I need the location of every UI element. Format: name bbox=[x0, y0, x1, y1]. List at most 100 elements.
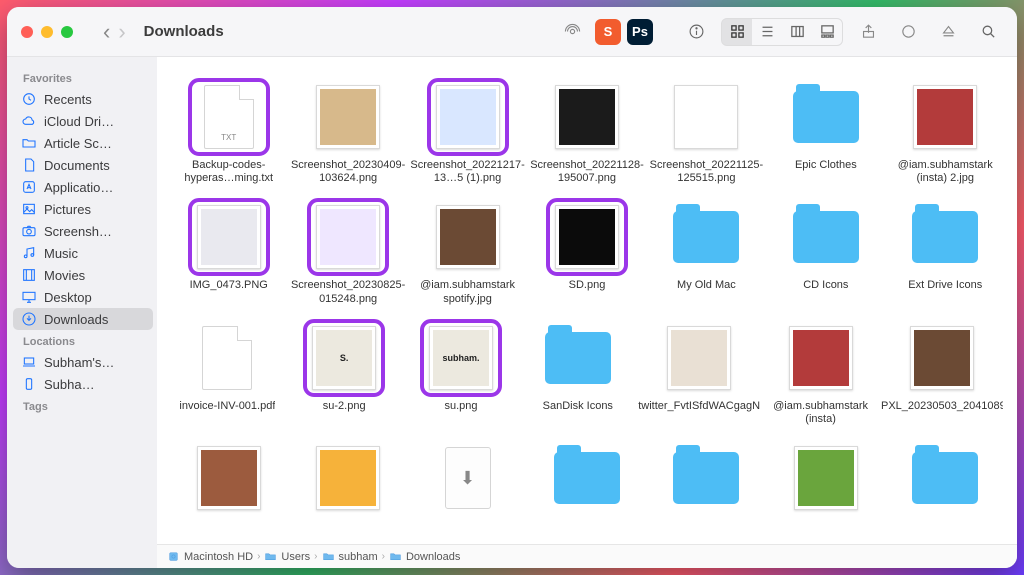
path-label: Downloads bbox=[406, 551, 460, 563]
sidebar-item-icloud-dri-[interactable]: iCloud Dri… bbox=[13, 110, 153, 132]
sidebar-item-article-sc-[interactable]: Article Sc… bbox=[13, 132, 153, 154]
close-window-button[interactable] bbox=[21, 26, 33, 38]
folder-icon bbox=[793, 91, 859, 143]
sidebar-item-applicatio-[interactable]: Applicatio… bbox=[13, 176, 153, 198]
file-label: Screenshot_20221217-13…5 (1).png bbox=[410, 159, 525, 185]
file-item[interactable]: twitter_FvtISfdWACgagNI.jpg bbox=[636, 316, 762, 436]
file-item[interactable]: PXL_20230503_204108900.jpg bbox=[879, 316, 1005, 436]
file-item[interactable]: Screenshot_20221125-125515.png bbox=[647, 75, 766, 195]
file-item[interactable]: Screenshot_20221217-13…5 (1).png bbox=[408, 75, 527, 195]
tags-icon[interactable] bbox=[893, 19, 923, 45]
file-label: @iam.subhamstark spotify.jpg bbox=[410, 279, 525, 305]
file-item[interactable]: S.su-2.png bbox=[286, 316, 403, 436]
file-item[interactable]: Screenshot_20221128-195007.png bbox=[527, 75, 646, 195]
file-item[interactable]: TXTBackup-codes-hyperas…ming.txt bbox=[169, 75, 288, 195]
back-button[interactable]: ‹ bbox=[103, 21, 110, 43]
sidebar-item-label: Downloads bbox=[44, 312, 108, 327]
file-label: SanDisk Icons bbox=[543, 400, 613, 413]
file-item[interactable] bbox=[886, 436, 1005, 530]
file-item[interactable]: SanDisk Icons bbox=[519, 316, 636, 436]
forward-button[interactable]: › bbox=[118, 21, 125, 43]
file-label: Screenshot_20221125-125515.png bbox=[649, 159, 764, 185]
sidebar-item-recents[interactable]: Recents bbox=[13, 88, 153, 110]
file-item[interactable] bbox=[169, 436, 288, 530]
file-item[interactable]: invoice-INV-001.pdf bbox=[169, 316, 286, 436]
file-item[interactable]: @iam.subhamstark (insta) bbox=[762, 316, 879, 436]
share-icon[interactable] bbox=[853, 19, 883, 45]
file-item[interactable] bbox=[647, 436, 766, 530]
app-badge[interactable]: Ps bbox=[627, 19, 653, 45]
chevron-right-icon: › bbox=[257, 551, 260, 562]
sidebar-item-downloads[interactable]: Downloads bbox=[13, 308, 153, 330]
column-view-button[interactable] bbox=[782, 19, 812, 45]
document-icon: TXT bbox=[204, 85, 254, 149]
app-badge[interactable]: S bbox=[595, 19, 621, 45]
image-thumbnail bbox=[913, 85, 977, 149]
sidebar-item-label: Subham's… bbox=[44, 355, 114, 370]
chevron-right-icon: › bbox=[382, 551, 385, 562]
sidebar-item-music[interactable]: Music bbox=[13, 242, 153, 264]
file-label: Screenshot_20230825-015248.png bbox=[290, 279, 405, 305]
file-label: IMG_0473.PNG bbox=[190, 279, 268, 292]
path-segment[interactable]: Downloads bbox=[389, 550, 460, 563]
file-label: twitter_FvtISfdWACgagNI.jpg bbox=[638, 400, 760, 413]
folder-icon bbox=[554, 452, 620, 504]
file-item[interactable]: @iam.subhamstark (insta) 2.jpg bbox=[886, 75, 1005, 195]
image-thumbnail: subham. bbox=[429, 326, 493, 390]
sidebar-item-label: Music bbox=[44, 246, 78, 261]
file-item[interactable]: @iam.subhamstark spotify.jpg bbox=[408, 195, 527, 315]
gallery-view-button[interactable] bbox=[812, 19, 842, 45]
archive-icon: ⬇ bbox=[445, 447, 491, 509]
sidebar-item-screensh-[interactable]: Screensh… bbox=[13, 220, 153, 242]
minimize-window-button[interactable] bbox=[41, 26, 53, 38]
zoom-window-button[interactable] bbox=[61, 26, 73, 38]
file-item[interactable]: Epic Clothes bbox=[766, 75, 885, 195]
file-label: Epic Clothes bbox=[795, 159, 857, 172]
list-view-button[interactable] bbox=[752, 19, 782, 45]
folder-icon bbox=[545, 332, 611, 384]
info-icon[interactable] bbox=[681, 19, 711, 45]
sidebar-item-movies[interactable]: Movies bbox=[13, 264, 153, 286]
path-segment[interactable]: Macintosh HD bbox=[167, 550, 253, 563]
sidebar-item-label: Desktop bbox=[44, 290, 92, 305]
path-segment[interactable]: Users bbox=[264, 550, 310, 563]
path-segment[interactable]: subham bbox=[322, 550, 378, 563]
file-item[interactable]: subham.su.png bbox=[403, 316, 520, 436]
sidebar-item-desktop[interactable]: Desktop bbox=[13, 286, 153, 308]
chevron-right-icon: › bbox=[314, 551, 317, 562]
eject-icon[interactable] bbox=[933, 19, 963, 45]
file-item[interactable]: IMG_0473.PNG bbox=[169, 195, 288, 315]
file-item[interactable]: My Old Mac bbox=[647, 195, 766, 315]
image-thumbnail bbox=[316, 446, 380, 510]
file-item[interactable]: Screenshot_20230825-015248.png bbox=[288, 195, 407, 315]
file-item[interactable] bbox=[766, 436, 885, 530]
file-label: Ext Drive Icons bbox=[908, 279, 982, 292]
sidebar-item-documents[interactable]: Documents bbox=[13, 154, 153, 176]
file-item[interactable]: Ext Drive Icons bbox=[886, 195, 1005, 315]
search-icon[interactable] bbox=[973, 19, 1003, 45]
sidebar-item-pictures[interactable]: Pictures bbox=[13, 198, 153, 220]
file-item[interactable] bbox=[288, 436, 407, 530]
window-title: Downloads bbox=[144, 23, 224, 40]
sidebar-section-header: Locations bbox=[13, 330, 153, 351]
image-thumbnail bbox=[910, 326, 974, 390]
sidebar-item-label: Screensh… bbox=[44, 224, 112, 239]
file-item[interactable]: CD Icons bbox=[766, 195, 885, 315]
view-mode-segmented bbox=[721, 18, 843, 46]
file-item[interactable]: SD.png bbox=[527, 195, 646, 315]
sidebar-item-label: Article Sc… bbox=[44, 136, 112, 151]
window-controls bbox=[21, 26, 73, 38]
file-item[interactable]: Screenshot_20230409-103624.png bbox=[288, 75, 407, 195]
sidebar-item-subham-s-[interactable]: Subham's… bbox=[13, 351, 153, 373]
sidebar-item-subha-[interactable]: Subha… bbox=[13, 373, 153, 395]
folder-icon bbox=[673, 211, 739, 263]
airdrop-icon[interactable] bbox=[557, 19, 587, 45]
file-label: invoice-INV-001.pdf bbox=[179, 400, 275, 413]
icon-view-button[interactable] bbox=[722, 19, 752, 45]
sidebar-item-label: Subha… bbox=[44, 377, 95, 392]
image-thumbnail bbox=[794, 446, 858, 510]
sidebar-item-label: Applicatio… bbox=[44, 180, 113, 195]
file-item[interactable] bbox=[527, 436, 646, 530]
file-item[interactable]: ⬇ bbox=[408, 436, 527, 530]
path-label: Users bbox=[281, 551, 310, 563]
